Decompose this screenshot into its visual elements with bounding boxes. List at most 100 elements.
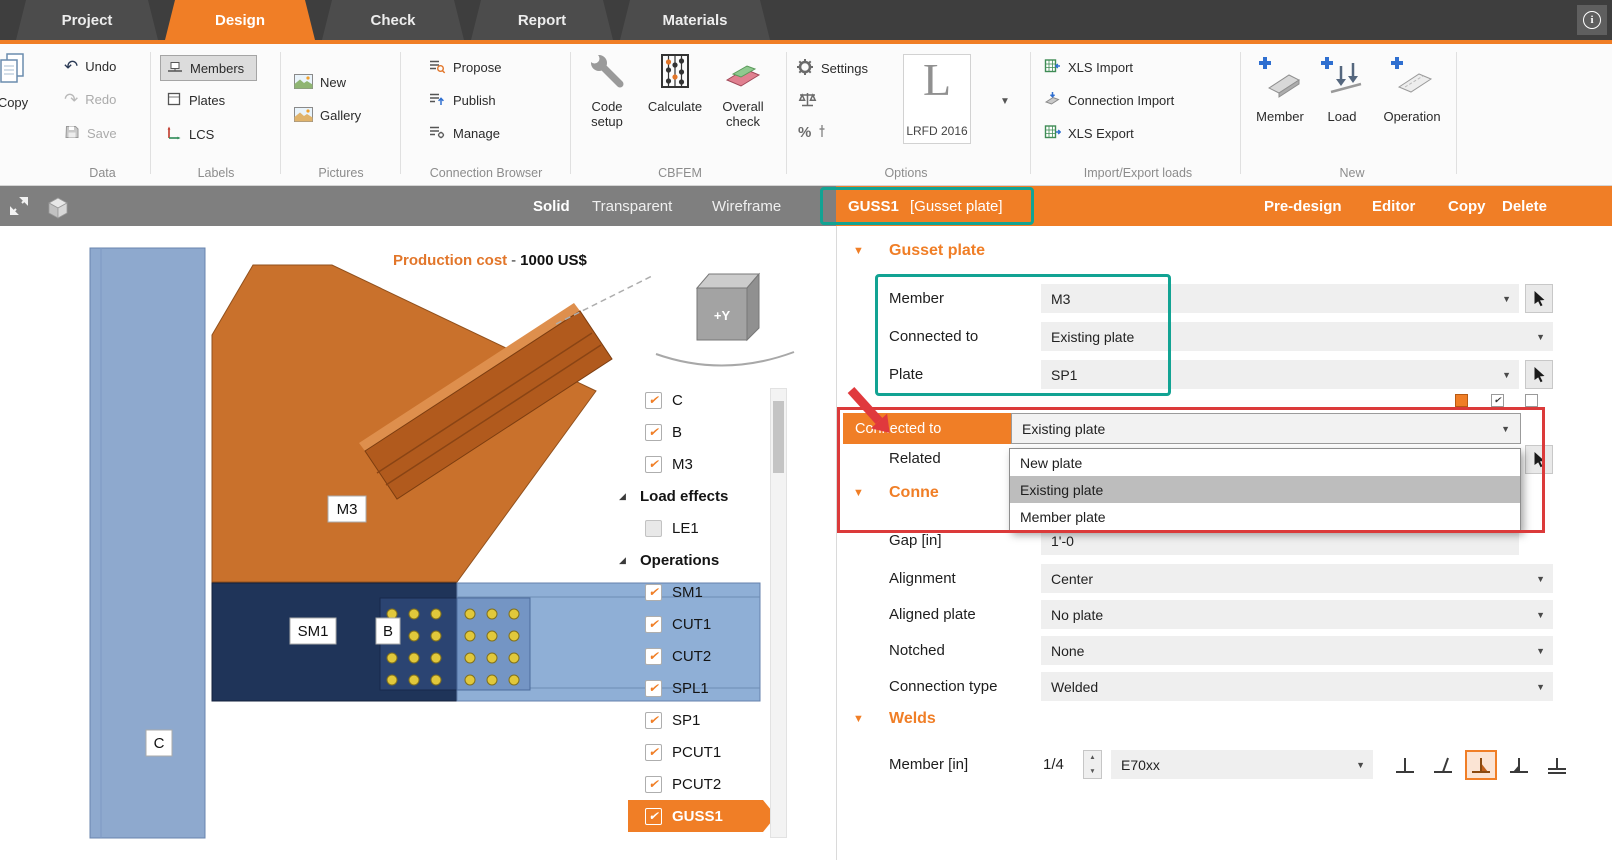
tab-check[interactable]: Check — [322, 0, 464, 40]
tree-item-pcut1[interactable]: ✔PCUT1 — [612, 736, 788, 768]
section-connected[interactable]: ▼ Conne — [853, 484, 939, 502]
undo-button[interactable]: ↶Undo — [64, 58, 116, 75]
new-member-button[interactable]: Member — [1250, 54, 1310, 124]
checkbox-checked[interactable]: ✔ — [645, 744, 662, 761]
member-dropdown[interactable]: M3 ▼ — [1041, 284, 1519, 313]
checkbox-checked[interactable]: ✔ — [645, 648, 662, 665]
new-operation-button[interactable]: Operation — [1374, 54, 1450, 124]
tree-item-pcut2[interactable]: ✔PCUT2 — [612, 768, 788, 800]
manage-button[interactable]: Manage — [428, 124, 500, 142]
tab-report[interactable]: Report — [471, 0, 613, 40]
checkbox-checked[interactable]: ✔ — [645, 392, 662, 409]
design-code-selector[interactable]: L LRFD 2016 — [903, 54, 971, 144]
plate-picker-button[interactable] — [1525, 360, 1553, 389]
checkbox-checked[interactable]: ✔ — [645, 616, 662, 633]
design-code-dropdown-arrow[interactable]: ▼ — [1000, 96, 1010, 107]
expander-icon[interactable]: ◢ — [619, 555, 631, 566]
weld-size-stepper[interactable]: ▲ ▼ — [1083, 750, 1102, 779]
related-picker-button[interactable] — [1525, 445, 1553, 474]
tab-materials[interactable]: Materials — [620, 0, 770, 40]
redo-button[interactable]: ↷Redo — [64, 91, 116, 108]
option-existing-plate-selected[interactable]: Existing plate — [1010, 476, 1520, 503]
settings-button[interactable]: Settings — [796, 58, 868, 78]
weld-type-button-1[interactable] — [1389, 750, 1421, 780]
weld-type-button-2[interactable] — [1427, 750, 1459, 780]
checkbox-checked[interactable]: ✔ — [645, 584, 662, 601]
copy-operation-button[interactable]: Copy — [1448, 186, 1486, 226]
weld-electrode-dropdown[interactable]: E70xx ▼ — [1111, 750, 1373, 779]
mini-checkbox-checked[interactable]: ✔ — [1491, 394, 1504, 407]
member-picker-button[interactable] — [1525, 284, 1553, 313]
stepper-down-icon[interactable]: ▼ — [1084, 765, 1101, 779]
weld-type-button-5[interactable] — [1541, 750, 1573, 780]
copy-button[interactable]: Copy — [0, 52, 40, 110]
weld-type-button-3-selected[interactable] — [1465, 750, 1497, 780]
plates-labels-toggle[interactable]: Plates — [166, 92, 225, 108]
color-swatch[interactable] — [1455, 394, 1468, 407]
members-labels-toggle[interactable]: Members — [160, 55, 257, 81]
mini-checkbox[interactable] — [1525, 394, 1538, 407]
tab-project[interactable]: Project — [16, 0, 158, 40]
checkbox-unchecked[interactable] — [645, 520, 662, 537]
checkbox-checked[interactable]: ✔ — [645, 776, 662, 793]
tree-item-le1[interactable]: LE1 — [612, 512, 788, 544]
tree-item-sm1[interactable]: ✔SM1 — [612, 576, 788, 608]
percent-settings-button[interactable]: % — [798, 124, 830, 140]
xls-export-button[interactable]: XLS Export — [1044, 124, 1134, 142]
cube-view-icon[interactable] — [44, 194, 72, 225]
checkbox-checked[interactable]: ✔ — [645, 712, 662, 729]
tree-scrollbar[interactable] — [770, 388, 787, 838]
tree-item-sp1[interactable]: ✔SP1 — [612, 704, 788, 736]
tree-item-guss1-selected[interactable]: ✔GUSS1 — [628, 800, 776, 832]
editor-button[interactable]: Editor — [1372, 186, 1415, 226]
overall-check-button[interactable]: Overall check — [710, 52, 776, 130]
tree-item-m3[interactable]: ✔M3 — [612, 448, 788, 480]
overlay-connected-to-dropdown[interactable]: Existing plate ▼ — [1011, 413, 1521, 444]
tab-design[interactable]: Design — [165, 0, 315, 40]
view-mode-wireframe[interactable]: Wireframe — [712, 186, 781, 226]
view-mode-solid[interactable]: Solid — [533, 186, 570, 226]
gallery-button[interactable]: Gallery — [294, 107, 361, 124]
weld-type-button-4[interactable] — [1503, 750, 1535, 780]
view-cube-rotate-arc[interactable] — [656, 352, 794, 366]
connection-type-dropdown[interactable]: Welded ▼ — [1041, 672, 1553, 701]
propose-button[interactable]: Propose — [428, 58, 501, 76]
option-member-plate[interactable]: Member plate — [1010, 503, 1520, 530]
pre-design-button[interactable]: Pre-design — [1264, 186, 1342, 226]
connection-import-button[interactable]: Connection Import — [1044, 91, 1174, 109]
tree-item-spl1[interactable]: ✔SPL1 — [612, 672, 788, 704]
checkbox-checked[interactable]: ✔ — [645, 680, 662, 697]
aligned-plate-dropdown[interactable]: No plate ▼ — [1041, 600, 1553, 629]
tree-group-operations[interactable]: ◢Operations — [612, 544, 788, 576]
publish-button[interactable]: Publish — [428, 91, 496, 109]
save-button[interactable]: Save — [64, 124, 117, 142]
tree-group-load-effects[interactable]: ◢Load effects — [612, 480, 788, 512]
weld-size-value[interactable]: 1/4 — [1043, 750, 1064, 779]
notched-dropdown[interactable]: None ▼ — [1041, 636, 1553, 665]
scrollbar-thumb[interactable] — [773, 401, 784, 473]
expand-view-icon[interactable] — [8, 195, 30, 222]
section-gusset-plate[interactable]: ▼ Gusset plate — [853, 242, 985, 260]
view-mode-transparent[interactable]: Transparent — [592, 186, 672, 226]
option-new-plate[interactable]: New plate — [1010, 449, 1520, 476]
tree-item-cut2[interactable]: ✔CUT2 — [612, 640, 788, 672]
code-setup-button[interactable]: Code setup — [576, 52, 638, 130]
checkbox-checked[interactable]: ✔ — [645, 808, 662, 825]
tree-item-c[interactable]: ✔C — [612, 384, 788, 416]
expander-icon[interactable]: ◢ — [619, 491, 631, 502]
alignment-dropdown[interactable]: Center ▼ — [1041, 564, 1553, 593]
checkbox-checked[interactable]: ✔ — [645, 424, 662, 441]
new-load-button[interactable]: Load — [1316, 54, 1368, 124]
info-button[interactable]: i — [1577, 5, 1607, 35]
tree-item-b[interactable]: ✔B — [612, 416, 788, 448]
section-welds[interactable]: ▼ Welds — [853, 710, 936, 728]
lcs-toggle[interactable]: LCS — [166, 125, 214, 143]
xls-import-button[interactable]: XLS Import — [1044, 58, 1133, 76]
new-picture-button[interactable]: New — [294, 74, 346, 91]
view-cube[interactable]: +Y — [656, 274, 794, 366]
stepper-up-icon[interactable]: ▲ — [1084, 751, 1101, 765]
delete-operation-button[interactable]: Delete — [1502, 186, 1547, 226]
connected-to-dropdown[interactable]: Existing plate ▼ — [1041, 322, 1553, 351]
balance-scale-button[interactable] — [798, 91, 817, 110]
checkbox-checked[interactable]: ✔ — [645, 456, 662, 473]
